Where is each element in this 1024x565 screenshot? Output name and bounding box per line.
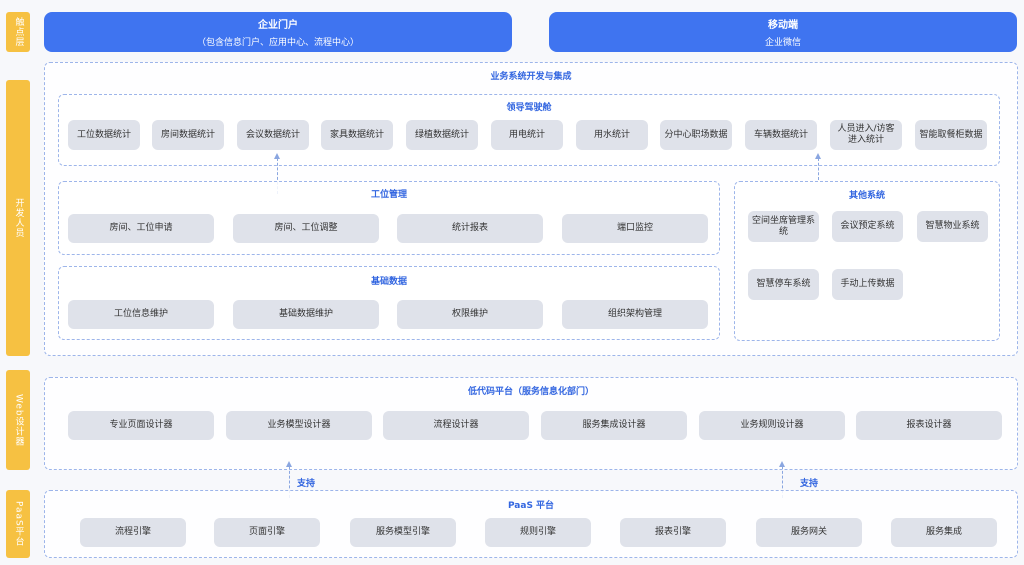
lowcode-panel-title: 低代码平台（服务信息化部门）	[467, 387, 594, 397]
cockpit-card: 工位数据统计	[68, 120, 140, 150]
other-system-card: 空间坐席管理系统	[748, 211, 819, 242]
paas-card: 报表引擎	[620, 518, 726, 547]
other-system-card: 会议预定系统	[832, 211, 903, 242]
cockpit-card: 用水统计	[576, 120, 648, 150]
paas-card: 服务网关	[756, 518, 862, 547]
enterprise-portal-bar: 企业门户 （包含信息门户、应用中心、流程中心）	[44, 12, 512, 52]
side-label-paas-text: PaaS平台	[13, 501, 24, 547]
lowcode-card: 业务规则设计器	[699, 411, 845, 440]
arrow-up-icon	[815, 153, 821, 180]
basic-data-panel-title: 基础数据	[370, 277, 407, 287]
cockpit-card: 房间数据统计	[152, 120, 224, 150]
cockpit-panel-title: 领导驾驶舱	[506, 103, 552, 113]
cockpit-card: 用电统计	[491, 120, 563, 150]
other-system-card: 智慧物业系统	[917, 211, 988, 242]
basic-data-card: 基础数据维护	[233, 300, 379, 329]
mobile-subtitle: 企业微信	[764, 38, 801, 48]
other-system-card: 手动上传数据	[832, 269, 903, 300]
mobile-bar: 移动端 企业微信	[549, 12, 1017, 52]
cockpit-card: 分中心职场数据	[660, 120, 732, 150]
basic-data-card: 工位信息维护	[68, 300, 214, 329]
side-label-web-text: Web设计器	[13, 393, 24, 447]
cockpit-card: 家具数据统计	[321, 120, 393, 150]
cockpit-card: 智能取餐柜数据	[915, 120, 987, 150]
side-label-dev: 开发人员	[6, 80, 30, 356]
other-systems-panel: 其他系统	[734, 181, 1000, 341]
lowcode-card: 业务模型设计器	[226, 411, 372, 440]
lowcode-card: 服务集成设计器	[541, 411, 687, 440]
business-panel-title: 业务系统开发与集成	[490, 72, 572, 82]
paas-card: 页面引擎	[214, 518, 320, 547]
side-label-paas: PaaS平台	[6, 490, 30, 558]
lowcode-card: 报表设计器	[856, 411, 1002, 440]
side-label-dev-text: 开发人员	[13, 198, 24, 238]
cockpit-card: 绿植数据统计	[406, 120, 478, 150]
basic-data-card: 权限维护	[397, 300, 543, 329]
paas-card: 规则引擎	[485, 518, 591, 547]
lowcode-card: 流程设计器	[383, 411, 529, 440]
paas-card: 流程引擎	[80, 518, 186, 547]
workstation-card: 端口监控	[562, 214, 708, 243]
workstation-card: 统计报表	[397, 214, 543, 243]
basic-data-card: 组织架构管理	[562, 300, 708, 329]
paas-card: 服务模型引擎	[350, 518, 456, 547]
other-system-card: 智慧停车系统	[748, 269, 819, 300]
workstation-card: 房间、工位调整	[233, 214, 379, 243]
paas-card: 服务集成	[891, 518, 997, 547]
lowcode-card: 专业页面设计器	[68, 411, 214, 440]
mobile-title: 移动端	[768, 20, 798, 31]
support-label: 支持	[800, 479, 819, 489]
side-label-touch-text: 触点层	[13, 17, 24, 47]
workstation-panel-title: 工位管理	[370, 190, 407, 200]
side-label-touch: 触点层	[6, 12, 30, 52]
support-label: 支持	[297, 479, 316, 489]
paas-panel-title: PaaS 平台	[507, 501, 555, 511]
enterprise-portal-title: 企业门户	[258, 20, 298, 31]
cockpit-card: 会议数据统计	[237, 120, 309, 150]
workstation-card: 房间、工位申请	[68, 214, 214, 243]
other-systems-panel-title: 其他系统	[848, 191, 885, 201]
side-label-web: Web设计器	[6, 370, 30, 470]
cockpit-card: 人员进入/访客进入统计	[830, 120, 902, 150]
enterprise-portal-subtitle: （包含信息门户、应用中心、流程中心）	[196, 38, 359, 48]
cockpit-card: 车辆数据统计	[745, 120, 817, 150]
